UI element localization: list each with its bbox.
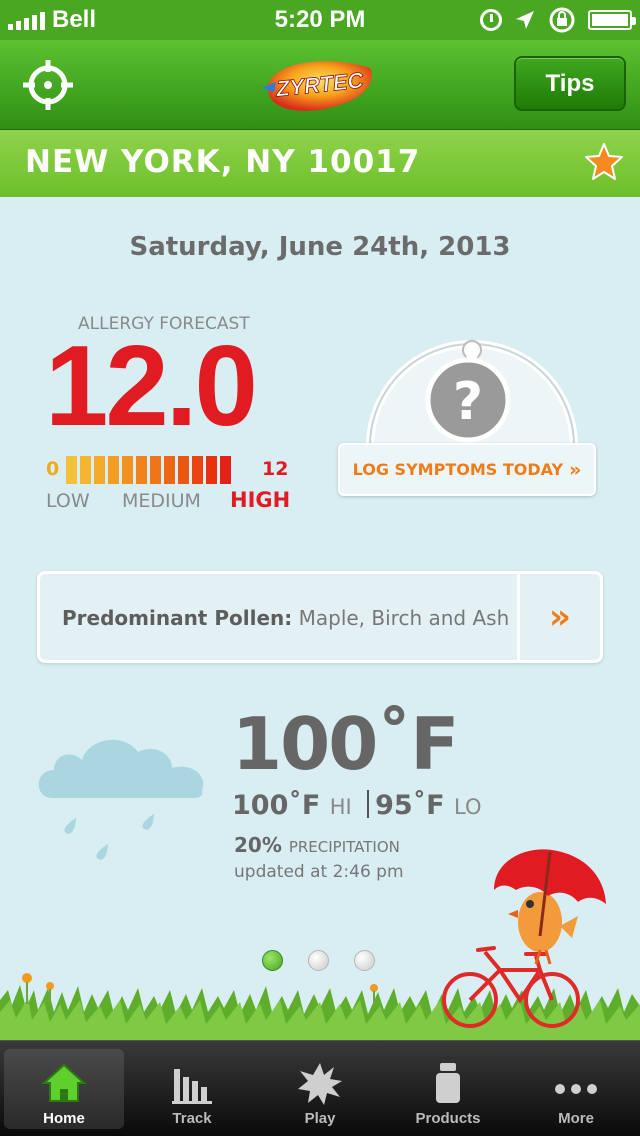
allergy-bar-2	[94, 456, 105, 484]
zyrtec-logo: ZYRTEC	[262, 61, 372, 111]
more-dots-icon	[555, 1084, 597, 1094]
bottle-icon	[436, 1063, 460, 1103]
level-high-label: HIGH	[230, 488, 291, 512]
tab-label: Home	[43, 1110, 85, 1127]
pollen-card[interactable]: Predominant Pollen: Maple, Birch and Ash…	[37, 571, 603, 663]
level-medium-label: MEDIUM	[122, 490, 201, 512]
tab-products[interactable]: Products	[384, 1041, 512, 1136]
allergy-bar-3	[108, 456, 119, 484]
tab-play[interactable]: Play	[256, 1041, 384, 1136]
nav-bar: ZYRTEC Tips	[0, 40, 640, 130]
symptom-gauge[interactable]: ?	[362, 330, 582, 450]
allergy-bar-0	[66, 456, 77, 484]
tab-bar: Home Track Play Products More	[0, 1040, 640, 1136]
allergy-level-bars	[66, 456, 231, 484]
tab-home[interactable]: Home	[4, 1049, 124, 1129]
allergy-forecast-value: 12.0	[45, 323, 258, 450]
chevron-right-icon: »	[569, 458, 582, 481]
home-icon	[41, 1063, 87, 1102]
current-temperature: 100˚F	[232, 702, 459, 786]
allergy-bar-4	[122, 456, 133, 484]
tab-more[interactable]: More	[512, 1041, 640, 1136]
rotation-lock-icon	[549, 7, 575, 33]
allergy-bar-7	[164, 456, 175, 484]
scale-max-label: 12	[262, 458, 289, 480]
battery-icon	[588, 10, 636, 30]
location-label: NEW YORK, NY 10017	[25, 144, 421, 180]
pollen-value: Maple, Birch and Ash	[298, 606, 510, 630]
allergy-bar-10	[206, 456, 217, 484]
favorite-star-icon[interactable]	[584, 142, 624, 182]
forecast-date: Saturday, June 24th, 2013	[129, 232, 511, 262]
tab-label: Play	[304, 1110, 336, 1127]
tab-label: Track	[172, 1110, 212, 1127]
gauge-symbol: ?	[453, 372, 483, 432]
high-temp: 100˚F	[232, 790, 321, 821]
scale-min-label: 0	[46, 458, 60, 480]
allergy-bar-6	[150, 456, 161, 484]
tab-label: Products	[415, 1110, 481, 1127]
high-tag: HI	[329, 795, 352, 819]
status-icons	[480, 6, 636, 34]
allergy-bar-11	[220, 456, 231, 484]
locate-crosshair-icon[interactable]	[20, 57, 76, 113]
pollen-text: Predominant Pollen: Maple, Birch and Ash	[62, 606, 509, 630]
low-tag: LO	[454, 795, 482, 819]
allergy-bar-8	[178, 456, 189, 484]
alarm-clock-icon	[480, 9, 502, 31]
location-arrow-icon	[516, 11, 534, 29]
tips-button[interactable]: Tips	[514, 56, 626, 111]
status-bar: Bell 5:20 PM	[0, 0, 640, 40]
allergy-bar-9	[192, 456, 203, 484]
pollen-label: Predominant Pollen:	[62, 606, 293, 630]
burst-icon	[298, 1063, 342, 1105]
allergy-bar-5	[136, 456, 147, 484]
tab-track[interactable]: Track	[128, 1041, 256, 1136]
high-low-temperature: 100˚F HI 95˚F LO	[232, 790, 482, 821]
divider	[367, 790, 370, 818]
log-symptoms-label: LOG SYMPTOMS TODAY	[352, 460, 564, 479]
location-bar: NEW YORK, NY 10017	[0, 130, 640, 197]
allergy-bar-1	[80, 456, 91, 484]
low-temp: 95˚F	[375, 790, 445, 821]
decorative-scene	[0, 849, 640, 1040]
tab-label: More	[558, 1110, 594, 1127]
pollen-chevron-icon[interactable]: »	[520, 574, 600, 660]
bar-chart-icon	[172, 1069, 212, 1104]
log-symptoms-button[interactable]: LOG SYMPTOMS TODAY »	[338, 443, 596, 496]
level-low-label: LOW	[46, 490, 90, 512]
